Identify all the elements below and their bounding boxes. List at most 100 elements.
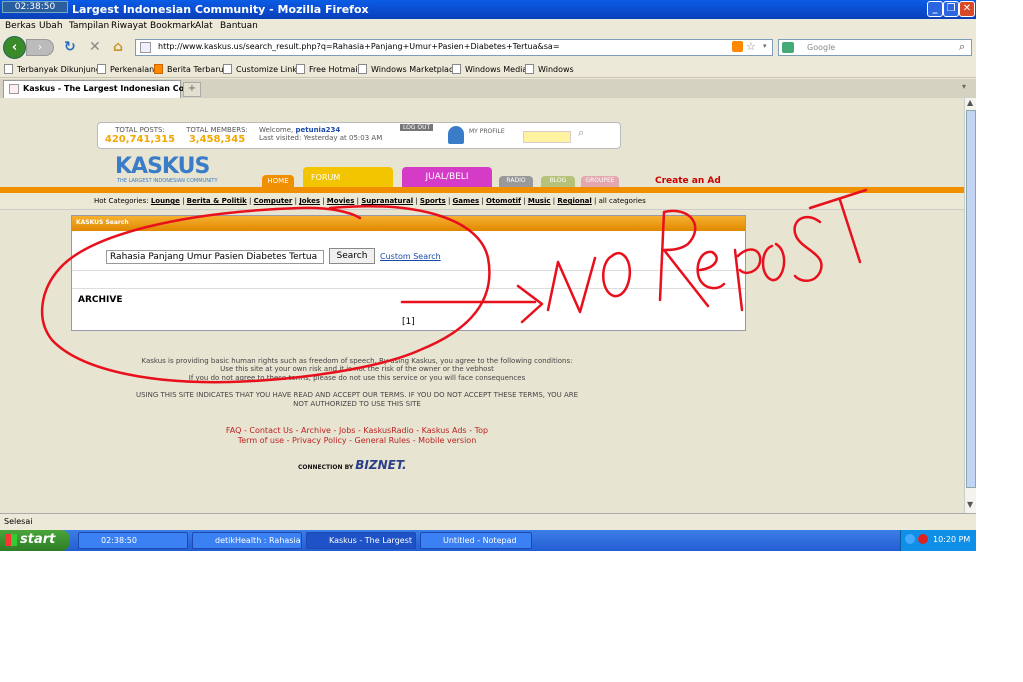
taskbar-item[interactable]: detikHealth : Rahasia... xyxy=(192,532,302,549)
bookmarks-toolbar: Terbanyak Dikunjungi Perkenalan Berita T… xyxy=(0,60,976,78)
security-icon[interactable] xyxy=(918,534,928,544)
reload-icon[interactable]: ↻ xyxy=(64,39,76,55)
bookmark-icon xyxy=(525,64,534,74)
category-link[interactable]: Movies xyxy=(327,197,355,205)
url-bar[interactable]: http://www.kaskus.us/search_result.php?q… xyxy=(135,39,773,56)
search-input[interactable]: Google ⌕ xyxy=(778,39,972,56)
category-link[interactable]: Berita & Politik xyxy=(187,197,247,205)
welcome-label: Welcome, xyxy=(259,126,294,134)
nav-radio[interactable]: RADIO xyxy=(499,176,533,187)
windows-logo-icon xyxy=(5,534,17,546)
nav-blog[interactable]: BLOG xyxy=(541,176,575,187)
category-link[interactable]: Regional xyxy=(557,197,591,205)
category-link[interactable]: Music xyxy=(528,197,551,205)
search-button[interactable]: Search xyxy=(329,248,375,264)
create-ad-link[interactable]: Create an Ad xyxy=(655,176,721,186)
profile-avatar-icon[interactable] xyxy=(448,126,464,144)
menu-ubah[interactable]: Ubah xyxy=(39,21,63,31)
network-icon[interactable] xyxy=(905,534,915,544)
minimize-button[interactable]: _ xyxy=(927,1,943,17)
menu-alat[interactable]: Alat xyxy=(195,21,213,31)
connection-by-label: CONNECTION BY xyxy=(298,464,354,471)
vertical-scrollbar[interactable]: ▲ ▼ xyxy=(964,98,976,513)
total-posts-label: TOTAL POSTS: xyxy=(115,126,165,134)
logout-button[interactable]: LOG OUT xyxy=(400,124,434,131)
total-posts-value: 420,741,315 xyxy=(104,134,176,145)
tab-kaskus[interactable]: Kaskus - The Largest Indonesian Co... xyxy=(3,80,193,98)
custom-search-link[interactable]: Custom Search xyxy=(380,252,441,261)
menu-berkas[interactable]: Berkas xyxy=(5,21,36,31)
scroll-up-icon[interactable]: ▲ xyxy=(967,98,973,107)
google-icon[interactable] xyxy=(782,42,794,53)
all-categories-link[interactable]: all categories xyxy=(599,197,646,205)
bookmark-item[interactable]: Windows Media xyxy=(452,64,527,74)
search-panel: KASKUS Search Rahasia Panjang Umur Pasie… xyxy=(71,215,746,331)
footer-links[interactable]: Term of use - Privacy Policy - General R… xyxy=(57,436,657,445)
home-icon[interactable]: ⌂ xyxy=(113,39,123,55)
username-link[interactable]: petunia234 xyxy=(295,126,340,134)
status-bar: Selesai xyxy=(0,513,976,530)
tab-list-icon[interactable]: ▾ xyxy=(962,82,966,91)
my-profile-link[interactable]: MY PROFILE xyxy=(469,128,505,135)
mini-search-input[interactable] xyxy=(523,131,571,143)
menu-bar: Berkas Ubah Tampilan Riwayat Bookmark Al… xyxy=(0,19,976,34)
bookmark-item[interactable]: Free Hotmail xyxy=(296,64,360,74)
taskbar-item[interactable]: Kaskus - The Largest ... xyxy=(306,532,416,549)
menu-bookmark[interactable]: Bookmark xyxy=(150,21,196,31)
url-text: http://www.kaskus.us/search_result.php?q… xyxy=(158,42,560,51)
footer-links[interactable]: FAQ - Contact Us - Archive - Jobs - Kask… xyxy=(57,426,657,435)
bookmark-item[interactable]: Terbanyak Dikunjungi xyxy=(4,64,103,74)
nav-forum[interactable]: FORUM xyxy=(303,167,393,187)
page-number-link[interactable]: [1] xyxy=(402,317,415,327)
nav-groupee[interactable]: GROUPEE xyxy=(581,176,619,187)
category-link[interactable]: Computer xyxy=(254,197,293,205)
category-link[interactable]: Lounge xyxy=(151,197,180,205)
start-button[interactable]: start xyxy=(0,530,70,551)
nav-jualbeli[interactable]: JUAL/BELI xyxy=(402,167,492,187)
star-icon[interactable]: ☆ xyxy=(746,40,756,53)
bookmark-item[interactable]: Windows xyxy=(525,64,574,74)
mini-search-icon[interactable]: ⌕ xyxy=(578,126,584,140)
rss-icon[interactable] xyxy=(732,41,743,52)
category-link[interactable]: Jokes xyxy=(299,197,320,205)
search-query-input[interactable]: Rahasia Panjang Umur Pasien Diabetes Ter… xyxy=(106,250,324,264)
category-link[interactable]: Games xyxy=(453,197,480,205)
bookmark-icon xyxy=(223,64,232,74)
taskbar-item[interactable]: Untitled - Notepad xyxy=(420,532,532,549)
category-link[interactable]: Supranatural xyxy=(361,197,413,205)
navigation-toolbar: › ‹ ↻ ✕ ⌂ http://www.kaskus.us/search_re… xyxy=(0,34,976,60)
bookmark-label: Perkenalan xyxy=(110,65,155,74)
bookmark-icon xyxy=(452,64,461,74)
bookmark-item[interactable]: Customize Links xyxy=(223,64,301,74)
back-button[interactable]: ‹ xyxy=(3,36,26,59)
menu-bantuan[interactable]: Bantuan xyxy=(220,21,258,31)
footer-line: Use this site at your own risk and it is… xyxy=(220,365,494,373)
bookmark-item[interactable]: Berita Terbaru xyxy=(154,64,224,74)
search-icon[interactable]: ⌕ xyxy=(959,40,965,54)
biznet-label: BIZNET. xyxy=(355,458,407,472)
bookmark-item[interactable]: Windows Marketplace xyxy=(358,64,458,74)
new-tab-button[interactable]: + xyxy=(183,82,201,97)
menu-riwayat[interactable]: Riwayat xyxy=(111,21,147,31)
scroll-thumb[interactable] xyxy=(966,110,976,488)
last-visited: Last visited: Yesterday at 05:03 AM xyxy=(259,134,383,142)
total-members-label: TOTAL MEMBERS: xyxy=(186,126,248,134)
hot-label: Hot Categories: xyxy=(94,197,149,205)
stop-icon[interactable]: ✕ xyxy=(89,39,101,55)
category-link[interactable]: Sports xyxy=(420,197,446,205)
kaskus-logo[interactable]: KASKUS xyxy=(115,154,210,179)
bookmark-item[interactable]: Perkenalan xyxy=(97,64,154,74)
task-label: Untitled - Notepad xyxy=(443,536,517,545)
divider xyxy=(72,288,745,289)
category-link[interactable]: Otomotif xyxy=(486,197,521,205)
dropdown-icon[interactable]: ▾ xyxy=(763,42,767,50)
total-members: TOTAL MEMBERS: 3,458,345 xyxy=(180,126,254,145)
taskbar-item[interactable]: 02:38:50 xyxy=(78,532,188,549)
nav-home[interactable]: HOME xyxy=(262,175,294,187)
forward-button[interactable]: › xyxy=(26,39,54,56)
tab-bar: Kaskus - The Largest Indonesian Co... + … xyxy=(0,79,976,98)
close-button[interactable]: ✕ xyxy=(959,1,975,17)
maximize-button[interactable]: ❐ xyxy=(943,1,959,17)
scroll-down-icon[interactable]: ▼ xyxy=(967,500,973,509)
menu-tampilan[interactable]: Tampilan xyxy=(69,21,109,31)
